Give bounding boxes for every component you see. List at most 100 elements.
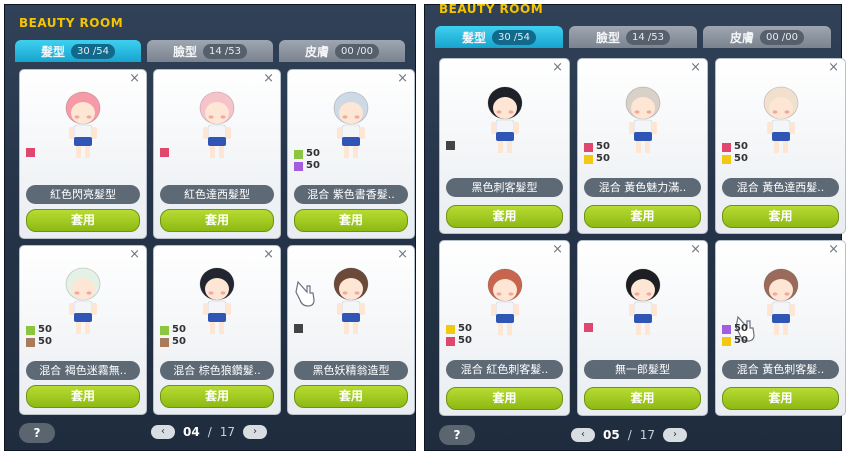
- category-tabs: 髮型 30 /54 臉型 14 /53 皮膚 00 /00: [15, 40, 405, 62]
- color-mix-swatches: 50 50: [26, 324, 52, 348]
- color-square-icon: [26, 337, 35, 347]
- tab-face[interactable]: 臉型 14 /53: [569, 26, 697, 48]
- color-square-icon: [722, 324, 731, 334]
- tab-label: 臉型: [595, 30, 620, 45]
- hairstyle-card[interactable]: × 黑色刺客髮型套用: [439, 58, 570, 234]
- remove-icon[interactable]: ×: [828, 61, 839, 75]
- tab-face[interactable]: 臉型 14 /53: [147, 40, 273, 62]
- tab-skin[interactable]: 皮膚 00 /00: [279, 40, 405, 62]
- mix-ratio: 50: [734, 153, 748, 164]
- apply-button[interactable]: 套用: [294, 209, 408, 232]
- remove-icon[interactable]: ×: [397, 72, 408, 86]
- hairstyle-card[interactable]: × 紅色達西髮型套用: [153, 69, 281, 239]
- page-separator: /: [207, 425, 212, 439]
- apply-button[interactable]: 套用: [26, 385, 140, 408]
- mix-ratio: 50: [458, 323, 472, 334]
- character-avatar: [763, 86, 798, 153]
- apply-button[interactable]: 套用: [446, 387, 563, 410]
- remove-icon[interactable]: ×: [397, 248, 408, 262]
- color-mix-swatches: 50 50: [722, 323, 748, 347]
- apply-button[interactable]: 套用: [26, 209, 140, 232]
- next-page-button[interactable]: ›: [663, 428, 688, 442]
- remove-icon[interactable]: ×: [828, 243, 839, 257]
- color-swatch: [294, 324, 306, 333]
- hairstyle-name: 黑色刺客髮型: [446, 178, 563, 197]
- hairstyle-card[interactable]: × 50 50 混合 黃色魅力滿.. 套用: [577, 58, 708, 234]
- apply-button[interactable]: 套用: [160, 209, 274, 232]
- tab-hair[interactable]: 髮型 30 /54: [15, 40, 141, 62]
- color-swatch: [446, 141, 458, 150]
- color-mix-swatches: [584, 323, 596, 332]
- tab-hair[interactable]: 髮型 30 /54: [435, 26, 563, 48]
- hairstyle-card[interactable]: × 紅色閃亮髮型 套用: [19, 69, 147, 239]
- prev-page-button[interactable]: ‹: [571, 428, 595, 442]
- color-swatch: 50: [584, 153, 610, 165]
- apply-button[interactable]: 套用: [722, 205, 839, 228]
- hairstyle-card[interactable]: × 50 50 混合 棕色狼鑽髮.. 套用: [153, 245, 281, 415]
- remove-icon[interactable]: ×: [129, 72, 140, 86]
- apply-button[interactable]: 套用: [446, 205, 563, 228]
- character-avatar: [487, 86, 522, 153]
- color-swatch: 50: [26, 324, 52, 336]
- tab-skin[interactable]: 皮膚 00 /00: [703, 26, 831, 48]
- tab-label: 皮膚: [304, 44, 329, 59]
- hairstyle-card[interactable]: × 50 50 混合 紫色書香髮.. 套用: [287, 69, 415, 239]
- character-avatar: [625, 86, 660, 153]
- character-avatar: [199, 267, 235, 334]
- remove-icon[interactable]: ×: [552, 61, 563, 75]
- color-swatch: 50: [446, 335, 472, 347]
- character-avatar: [487, 268, 522, 335]
- apply-button[interactable]: 套用: [584, 205, 701, 228]
- hairstyle-name: 混合 棕色狼鑽髮..: [160, 361, 274, 380]
- remove-icon[interactable]: ×: [263, 248, 274, 262]
- remove-icon[interactable]: ×: [552, 243, 563, 257]
- color-square-icon: [26, 148, 35, 157]
- hairstyle-card[interactable]: × 50 50 混合 黃色達西髮.. 套用: [715, 58, 846, 234]
- mix-ratio: 50: [306, 160, 320, 171]
- mix-ratio: 50: [38, 336, 52, 347]
- mix-ratio: 50: [306, 148, 320, 159]
- color-mix-swatches: [294, 324, 306, 333]
- color-square-icon: [294, 161, 303, 171]
- remove-icon[interactable]: ×: [690, 243, 701, 257]
- color-square-icon: [722, 142, 731, 152]
- hairstyle-card[interactable]: × 50 50 混合 紅色刺客髮.. 套用: [439, 240, 570, 416]
- mix-ratio: 50: [458, 335, 472, 346]
- tab-label: 皮膚: [729, 30, 754, 45]
- hairstyle-grid: × 黑色刺客髮型 套用 × 50 50 混合 黃色魅力滿.. 套用 × 50 50 混合 黃色達西髮.…: [439, 58, 846, 416]
- color-swatch: 50: [722, 335, 748, 347]
- panel-title: BEAUTY ROOM: [439, 2, 544, 16]
- hairstyle-name: 混合 黃色刺客髮..: [722, 360, 839, 379]
- current-page: 05: [603, 428, 620, 442]
- pagination: ‹ 04 / 17 ›: [151, 425, 268, 439]
- tab-count: 14 /53: [203, 43, 247, 59]
- help-button[interactable]: ?: [19, 423, 55, 443]
- beauty-room-panel-right: BEAUTY ROOM 髮型 30 /54 臉型 14 /53 皮膚 00 /0…: [424, 2, 846, 451]
- color-square-icon: [294, 324, 303, 333]
- hairstyle-name: 紅色達西髮型: [160, 185, 274, 204]
- remove-icon[interactable]: ×: [263, 72, 274, 86]
- remove-icon[interactable]: ×: [129, 248, 140, 262]
- prev-page-button[interactable]: ‹: [151, 425, 175, 439]
- hairstyle-name: 混合 紅色刺客髮..: [446, 360, 563, 379]
- remove-icon[interactable]: ×: [690, 61, 701, 75]
- tab-label: 臉型: [172, 44, 197, 59]
- hairstyle-card[interactable]: × 50 50 混合 黃色刺客髮.. 套用: [715, 240, 846, 416]
- hairstyle-card[interactable]: × 黑色妖精翁造型 套用: [287, 245, 415, 415]
- next-page-button[interactable]: ›: [243, 425, 268, 439]
- apply-button[interactable]: 套用: [160, 385, 274, 408]
- color-square-icon: [722, 154, 731, 164]
- apply-button[interactable]: 套用: [584, 387, 701, 410]
- color-swatch: 50: [26, 336, 52, 348]
- apply-button[interactable]: 套用: [294, 385, 408, 408]
- color-swatch: [26, 148, 38, 157]
- color-square-icon: [160, 337, 169, 347]
- hairstyle-card[interactable]: × 50 50 混合 褐色迷霧無.. 套用: [19, 245, 147, 415]
- color-swatch: 50: [294, 160, 320, 172]
- color-swatch: 50: [160, 336, 186, 348]
- apply-button[interactable]: 套用: [722, 387, 839, 410]
- hairstyle-name: 混合 黃色魅力滿..: [584, 178, 701, 197]
- help-button[interactable]: ?: [439, 425, 475, 445]
- hairstyle-card[interactable]: × 無一郎髮型 套用: [577, 240, 708, 416]
- character-avatar: [333, 267, 369, 334]
